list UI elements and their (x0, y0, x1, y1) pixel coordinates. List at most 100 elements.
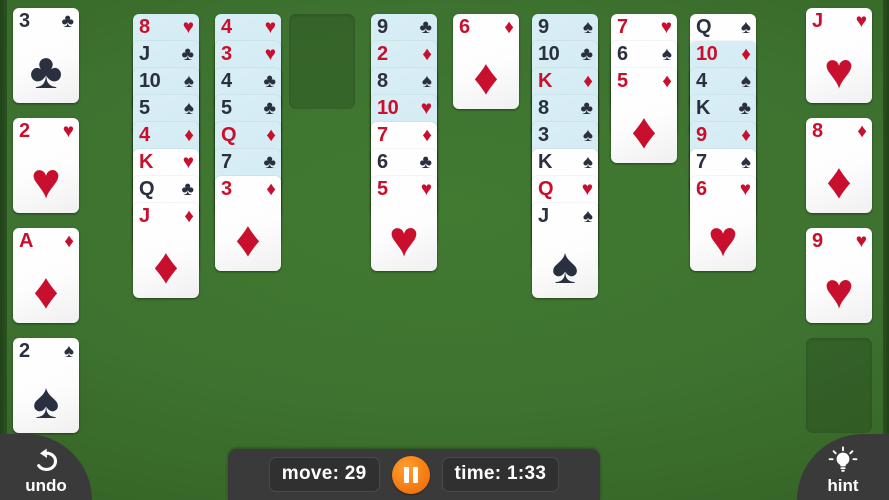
card-J-diamonds[interactable]: J ♦ ♦ (133, 203, 199, 298)
hint-label: hint (827, 476, 859, 495)
card-suit-clubs-icon: ♣ (181, 44, 194, 65)
card-center-suit-hearts-icon: ♥ (708, 211, 738, 267)
card-rank: A (19, 230, 33, 252)
card-9-hearts[interactable]: 9 ♥ ♥ (806, 228, 872, 323)
card-suit-diamonds-icon: ♦ (741, 44, 751, 65)
card-5-hearts[interactable]: 5 ♥ ♥ (371, 176, 437, 271)
card-suit-spades-icon: ♠ (183, 71, 194, 92)
card-suit-spades-icon: ♠ (582, 125, 593, 146)
time-counter: time: 1:33 (441, 457, 560, 492)
card-6-hearts[interactable]: 6 ♥ ♥ (690, 176, 756, 271)
card-rank: 8 (377, 70, 388, 92)
free-cell-2[interactable]: 2 ♥ ♥ (13, 118, 79, 213)
table-edge-left (0, 0, 7, 500)
card-center-suit-hearts-icon: ♥ (31, 153, 61, 209)
card-suit-hearts-icon: ♥ (62, 121, 74, 142)
foundation-3[interactable]: 9 ♥ ♥ (806, 228, 872, 323)
card-rank: 2 (19, 120, 30, 142)
card-rank: 10 (538, 43, 560, 65)
free-cell-1[interactable]: 3 ♣ ♣ (13, 8, 79, 103)
card-5-diamonds[interactable]: 5 ♦ ♦ (611, 68, 677, 163)
card-rank: 6 (617, 43, 628, 65)
card-J-spades[interactable]: J ♠ ♠ (532, 203, 598, 298)
card-center-suit-hearts-icon: ♥ (824, 43, 854, 99)
card-suit-spades-icon: ♠ (740, 71, 751, 92)
card-suit-diamonds-icon: ♦ (662, 71, 672, 92)
card-8-diamonds[interactable]: 8 ♦ ♦ (806, 118, 872, 213)
status-toolbar: move: 29 time: 1:33 (228, 449, 600, 500)
card-rank: J (812, 10, 823, 32)
card-suit-clubs-icon: ♣ (419, 152, 432, 173)
card-rank: 6 (377, 151, 388, 173)
tableau-column-8[interactable]: Q ♠ 10 ♦ 4 ♠ K ♣ 9 ♦ 7 ♠ 6 ♥ ♥ (690, 14, 756, 271)
card-rank: 3 (221, 178, 232, 200)
card-2-hearts[interactable]: 2 ♥ ♥ (13, 118, 79, 213)
card-suit-spades-icon: ♠ (740, 152, 751, 173)
card-suit-hearts-icon: ♥ (581, 179, 593, 200)
card-rank: J (139, 205, 150, 227)
card-rank: Q (538, 178, 554, 200)
card-suit-clubs-icon: ♣ (580, 44, 593, 65)
card-2-spades[interactable]: 2 ♠ ♠ (13, 338, 79, 433)
tableau-column-5[interactable]: 6 ♦ ♦ (453, 14, 519, 109)
card-rank: 4 (696, 70, 707, 92)
card-rank: 6 (459, 16, 470, 38)
card-rank: K (538, 70, 552, 92)
card-suit-clubs-icon: ♣ (419, 17, 432, 38)
card-rank: 5 (377, 178, 388, 200)
card-rank: Q (696, 16, 712, 38)
card-suit-spades-icon: ♠ (661, 44, 672, 65)
card-suit-diamonds-icon: ♦ (504, 17, 514, 38)
card-rank: K (696, 97, 710, 119)
card-suit-hearts-icon: ♥ (420, 98, 432, 119)
card-suit-diamonds-icon: ♦ (266, 179, 276, 200)
card-suit-hearts-icon: ♥ (855, 11, 867, 32)
card-suit-diamonds-icon: ♦ (184, 206, 194, 227)
pause-button[interactable] (391, 455, 430, 494)
card-rank: 9 (538, 16, 549, 38)
card-suit-diamonds-icon: ♦ (583, 71, 593, 92)
card-3-diamonds[interactable]: 3 ♦ ♦ (215, 176, 281, 271)
card-suit-clubs-icon: ♣ (263, 98, 276, 119)
card-J-hearts[interactable]: J ♥ ♥ (806, 8, 872, 103)
card-3-clubs[interactable]: 3 ♣ ♣ (13, 8, 79, 103)
card-rank: 2 (19, 340, 30, 362)
card-rank: 9 (812, 230, 823, 252)
card-rank: 5 (139, 97, 150, 119)
tableau-column-1[interactable]: 8 ♥ J ♣ 10 ♠ 5 ♠ 4 ♦ K ♥ Q ♣ J ♦ ♦ (133, 14, 199, 298)
card-suit-clubs-icon: ♣ (263, 71, 276, 92)
lightbulb-icon (828, 446, 858, 472)
card-rank: 8 (812, 120, 823, 142)
card-suit-spades-icon: ♠ (740, 17, 751, 38)
card-rank: 3 (221, 43, 232, 65)
pause-icon (403, 466, 409, 483)
undo-label: undo (25, 476, 67, 495)
tableau-column-4[interactable]: 9 ♣ 2 ♦ 8 ♠ 10 ♥ 7 ♦ 6 ♣ 5 ♥ ♥ (371, 14, 437, 271)
free-cell-4[interactable]: 2 ♠ ♠ (13, 338, 79, 433)
tableau-column-6[interactable]: 9 ♠ 10 ♣ K ♦ 8 ♣ 3 ♠ K ♠ Q ♥ J ♠ ♠ (532, 14, 598, 298)
card-suit-hearts-icon: ♥ (264, 44, 276, 65)
foundation-1[interactable]: J ♥ ♥ (806, 8, 872, 103)
foundation-2[interactable]: 8 ♦ ♦ (806, 118, 872, 213)
card-rank: J (139, 43, 150, 65)
card-suit-spades-icon: ♠ (582, 152, 593, 173)
card-suit-clubs-icon: ♣ (738, 98, 751, 119)
foundation-empty-slot-4[interactable] (806, 338, 872, 433)
free-cell-3[interactable]: A ♦ ♦ (13, 228, 79, 323)
card-6-diamonds[interactable]: 6 ♦ ♦ (453, 14, 519, 109)
card-center-suit-clubs-icon: ♣ (29, 43, 63, 99)
undo-arrow-icon (37, 448, 58, 471)
tableau-empty-slot-3[interactable] (289, 14, 355, 109)
card-A-diamonds[interactable]: A ♦ ♦ (13, 228, 79, 323)
card-suit-spades-icon: ♠ (582, 17, 593, 38)
card-rank: K (538, 151, 552, 173)
card-rank: 9 (696, 124, 707, 146)
tableau-column-2[interactable]: 4 ♥ 3 ♥ 4 ♣ 5 ♣ Q ♦ 7 ♣ 3 ♦ ♦ (215, 14, 281, 271)
tableau-column-7[interactable]: 7 ♥ 6 ♠ 5 ♦ ♦ (611, 14, 677, 163)
card-center-suit-hearts-icon: ♥ (389, 211, 419, 267)
card-rank: 4 (139, 124, 150, 146)
table-edge-right (883, 0, 889, 500)
card-suit-spades-icon: ♠ (582, 206, 593, 227)
card-rank: 8 (538, 97, 549, 119)
card-center-suit-diamonds-icon: ♦ (33, 263, 59, 319)
